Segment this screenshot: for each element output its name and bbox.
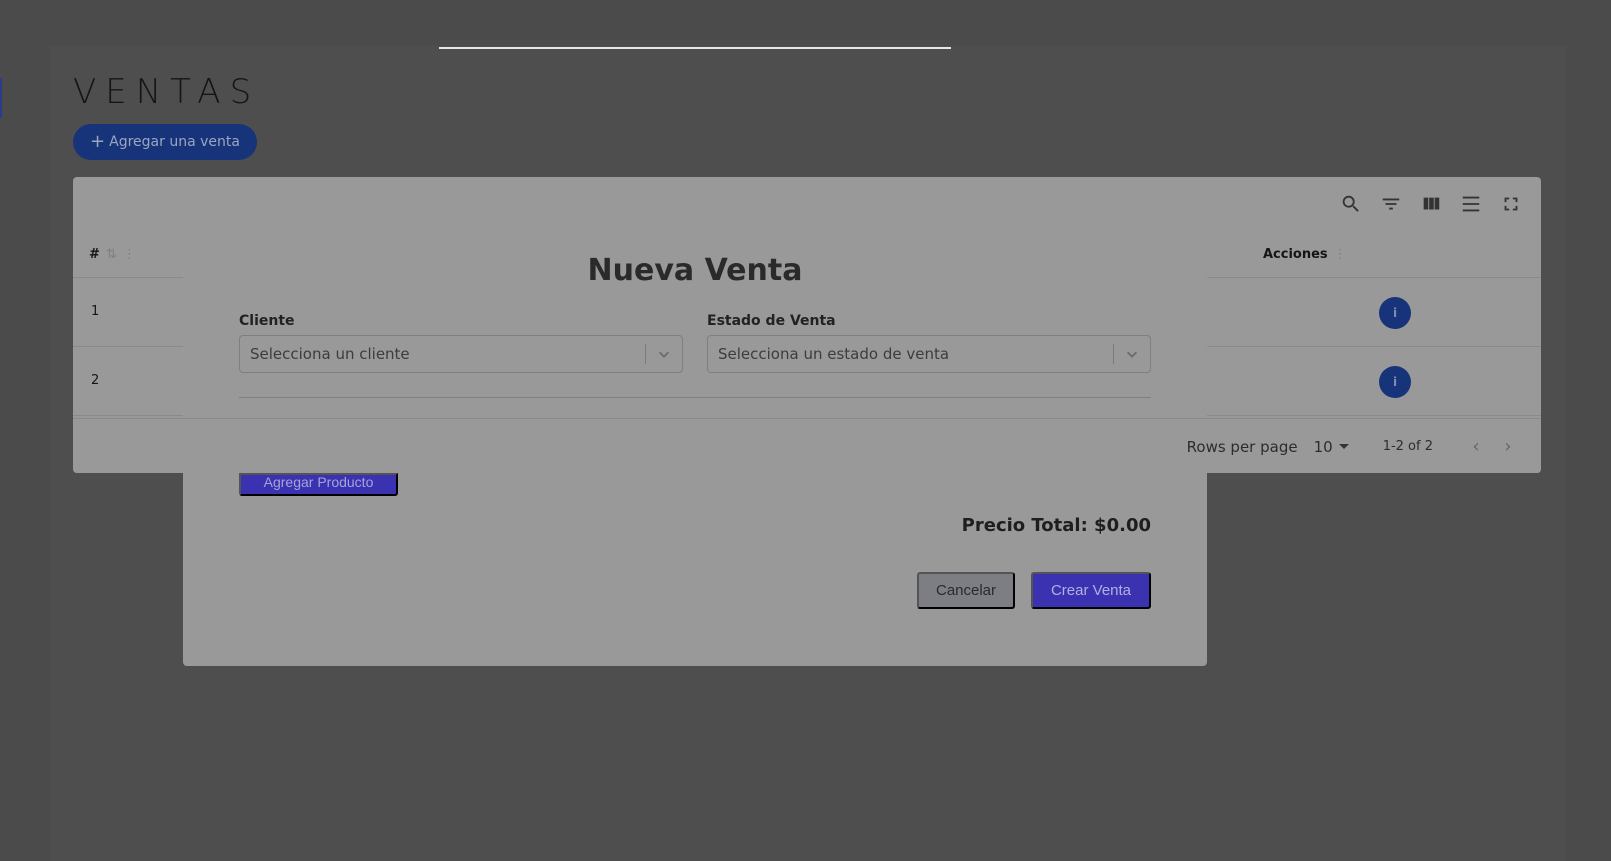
table-footer: Rows per page 10 1-2 of 2 ‹ › [73,418,1541,473]
chevron-right-icon[interactable]: › [1497,436,1519,458]
column-header-id-label: # [89,247,100,262]
chevron-down-icon[interactable] [646,347,682,361]
rows-per-page-label: Rows per page [1186,437,1298,456]
sidebar-active-marker [0,78,2,118]
pagination-range: 1-2 of 2 [1382,439,1433,454]
loading-bar [439,47,951,49]
modal-title: Nueva Venta [587,253,803,288]
add-sale-button[interactable]: + Agregar una venta [73,124,257,160]
column-header-id[interactable]: # ⇅ ⋮ [89,247,136,262]
info-icon[interactable]: i [1379,366,1411,398]
estado-placeholder: Selecciona un estado de venta [718,345,950,363]
create-sale-button[interactable]: Crear Venta [1031,572,1151,609]
density-icon[interactable] [1459,192,1483,216]
total-price: Precio Total: $0.00 [961,515,1151,536]
chevron-down-icon[interactable] [1114,347,1150,361]
plus-icon: + [90,131,106,152]
row-id: 2 [91,373,100,388]
cliente-placeholder: Selecciona un cliente [250,345,410,363]
column-header-actions-label: Acciones [1263,247,1328,262]
column-header-actions[interactable]: Acciones ⋮ [1263,247,1347,262]
add-sale-label: Agregar una venta [109,134,240,150]
cliente-select[interactable]: Selecciona un cliente [239,335,683,373]
rows-per-page-value: 10 [1313,437,1333,456]
cliente-label: Cliente [239,313,295,329]
page-title: VENTAS [73,72,261,112]
caret-down-icon [1338,444,1349,449]
cancel-button[interactable]: Cancelar [917,572,1015,609]
column-menu-icon[interactable]: ⋮ [1334,247,1347,262]
pagination: Rows per page 10 1-2 of 2 ‹ › [73,419,1541,474]
chevron-left-icon[interactable]: ‹ [1465,436,1487,458]
estado-label: Estado de Venta [707,313,836,329]
fullscreen-icon[interactable] [1499,192,1523,216]
sort-icon[interactable]: ⇅ [106,247,117,262]
estado-select[interactable]: Selecciona un estado de venta [707,335,1151,373]
divider [239,397,1151,398]
table-toolbar [1339,192,1523,216]
filter-icon[interactable] [1379,192,1403,216]
row-id: 1 [91,304,100,319]
info-icon[interactable]: i [1379,297,1411,329]
columns-icon[interactable] [1419,192,1443,216]
column-menu-icon[interactable]: ⋮ [123,247,136,262]
add-product-button[interactable]: Agregar Producto [239,473,398,496]
rows-per-page-select[interactable]: 10 [1314,438,1349,456]
search-icon[interactable] [1339,192,1363,216]
